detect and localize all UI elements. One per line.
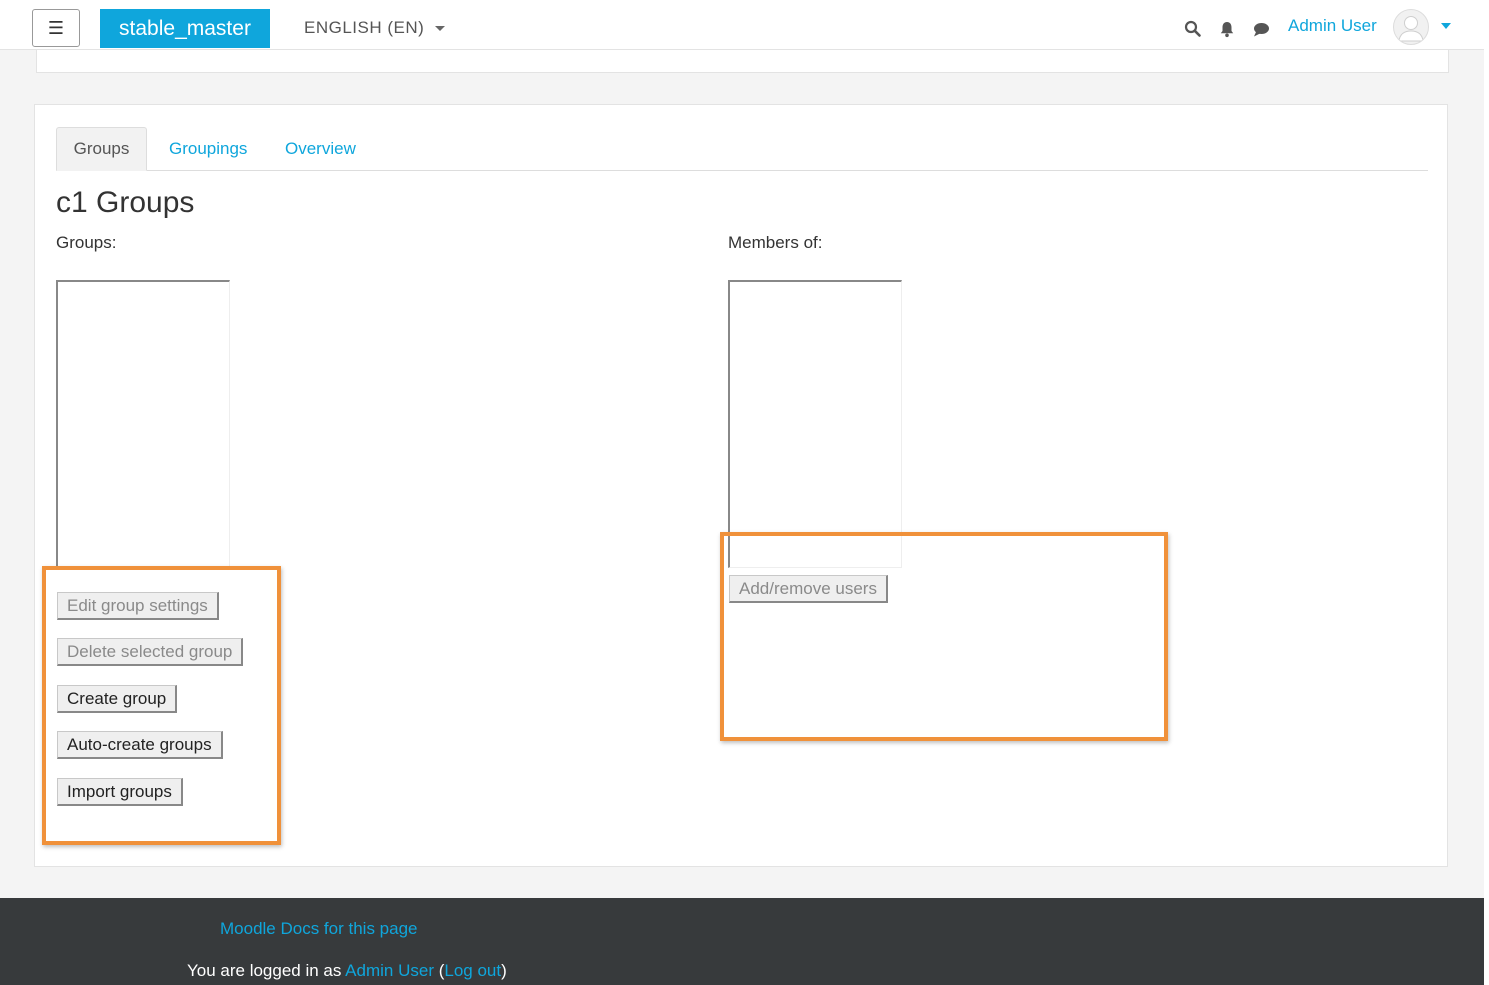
groups-select-list[interactable] — [56, 280, 230, 568]
login-info: You are logged in as Admin User (Log out… — [187, 961, 507, 981]
login-info-open-paren: ( — [433, 961, 445, 980]
login-info-prefix: You are logged in as — [187, 961, 346, 980]
tab-groupings[interactable]: Groupings — [169, 127, 247, 171]
tab-overview[interactable]: Overview — [285, 127, 356, 171]
user-avatar-icon — [1398, 16, 1424, 42]
moodle-docs-link[interactable]: Moodle Docs for this page — [220, 919, 418, 939]
bell-icon[interactable] — [1218, 20, 1236, 38]
search-icon[interactable] — [1184, 20, 1202, 38]
members-label: Members of: — [728, 233, 823, 252]
user-menu-name[interactable]: Admin User — [1288, 16, 1377, 36]
language-menu[interactable]: ENGLISH (EN) — [304, 18, 446, 38]
annotation-highlight-group-buttons — [42, 566, 281, 845]
annotation-highlight-member-buttons — [720, 532, 1168, 741]
chat-icon[interactable] — [1252, 20, 1270, 38]
footer-user-link[interactable]: Admin User — [345, 961, 434, 980]
members-select-list[interactable] — [728, 280, 902, 568]
window-edge — [1484, 0, 1489, 985]
logout-link[interactable]: Log out — [444, 961, 501, 980]
language-label: ENGLISH (EN) — [304, 18, 425, 37]
avatar[interactable] — [1393, 9, 1429, 45]
chevron-down-icon — [435, 25, 446, 31]
navbar: ☰ stable_master ENGLISH (EN) Admin User — [0, 0, 1484, 50]
groups-label: Groups: — [56, 233, 117, 252]
previous-region-strip — [36, 50, 1449, 73]
page-title: c1 Groups — [56, 186, 195, 219]
login-info-close-paren: ) — [501, 961, 507, 980]
tab-groups[interactable]: Groups — [56, 127, 147, 171]
nav-drawer-toggle-button[interactable]: ☰ — [32, 9, 80, 47]
user-menu-chevron-icon[interactable] — [1441, 23, 1451, 29]
tab-bar: Groups Groupings Overview — [56, 127, 1428, 171]
site-brand-link[interactable]: stable_master — [100, 9, 270, 48]
